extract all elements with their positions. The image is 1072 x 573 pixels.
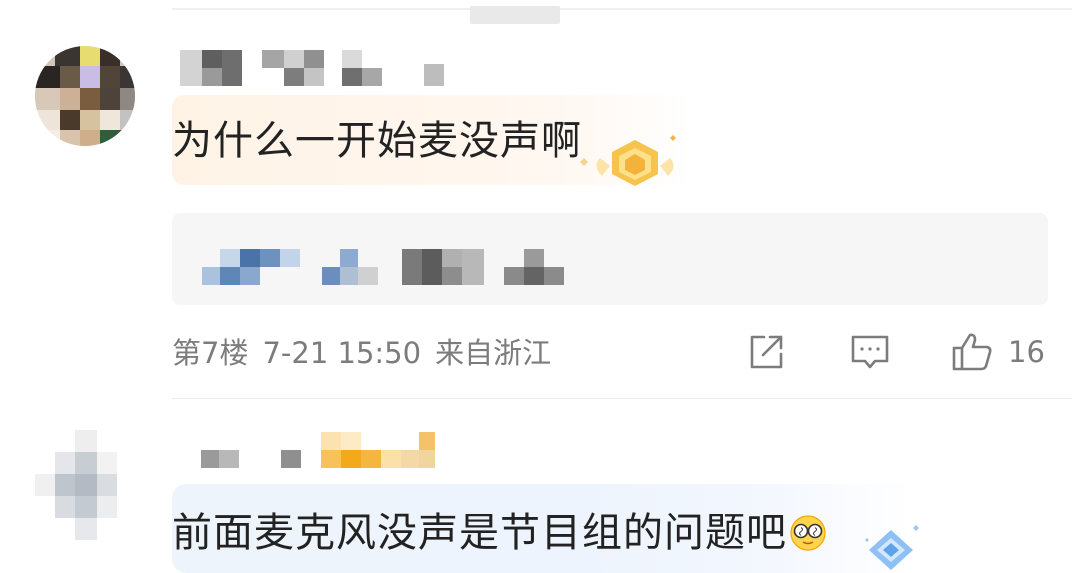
floor-number: 第7楼 bbox=[172, 336, 249, 370]
blue-diamond-badge-icon bbox=[865, 525, 919, 570]
top-blurred-content bbox=[470, 6, 560, 24]
reply-button[interactable] bbox=[848, 330, 892, 374]
comment-datetime: 7-21 15:50 bbox=[262, 336, 422, 370]
user-avatar-pixelated[interactable] bbox=[35, 46, 135, 146]
reply-icon bbox=[851, 335, 889, 369]
thumbs-up-icon bbox=[952, 333, 992, 371]
comment-text[interactable]: 为什么一开始麦没声啊 bbox=[172, 108, 582, 166]
user-avatar-pixelated[interactable] bbox=[35, 430, 135, 540]
quoted-text-pixelated bbox=[202, 249, 564, 285]
comment-text-content: 前面麦克风没声是节目组的问题吧 bbox=[172, 510, 787, 556]
comment-meta: 第7楼 7-21 15:50 来自浙江 bbox=[172, 330, 565, 372]
share-button[interactable] bbox=[744, 330, 788, 374]
comment-location: 来自浙江 bbox=[435, 336, 552, 370]
comment-divider bbox=[172, 398, 1072, 399]
like-button[interactable]: 16 bbox=[950, 330, 1060, 374]
username-pixelated[interactable] bbox=[195, 430, 455, 475]
like-count: 16 bbox=[1008, 335, 1045, 369]
comment-text[interactable]: 前面麦克风没声是节目组的问题吧 bbox=[172, 500, 827, 558]
dizzy-glasses-emoji-icon bbox=[790, 515, 826, 551]
quoted-content-box[interactable] bbox=[172, 213, 1048, 305]
username-pixelated[interactable] bbox=[180, 48, 470, 88]
top-divider bbox=[172, 8, 1072, 10]
share-icon bbox=[750, 335, 783, 369]
gold-fan-badge-icon bbox=[580, 135, 676, 186]
